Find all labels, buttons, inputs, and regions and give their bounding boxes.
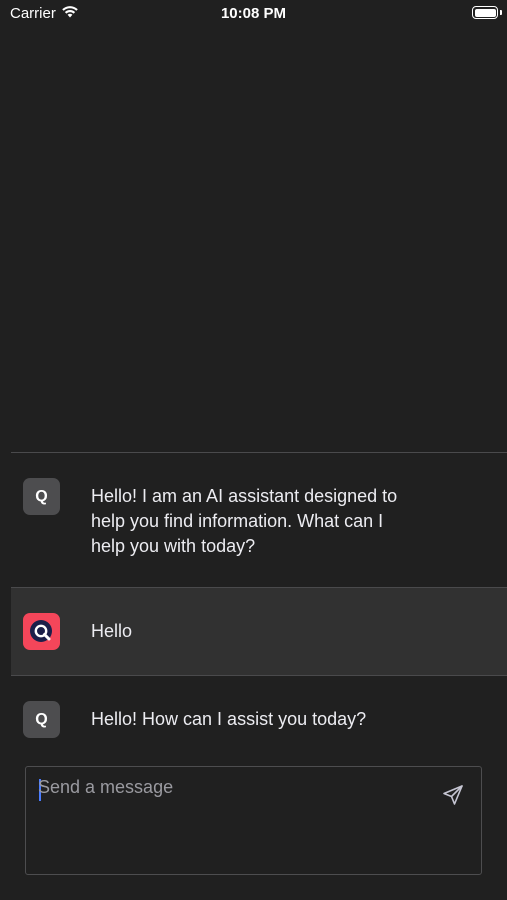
assistant-avatar-letter: Q xyxy=(35,710,48,728)
send-icon xyxy=(441,785,465,811)
message-input[interactable] xyxy=(38,777,418,798)
assistant-avatar: Q xyxy=(23,701,60,738)
message-text: Hello xyxy=(91,621,133,641)
status-bar: Carrier 10:08 PM xyxy=(0,0,507,28)
status-time: 10:08 PM xyxy=(220,5,287,22)
message-text: Hello! I am an AI assistant designed to … xyxy=(91,486,398,556)
user-message: Hello xyxy=(11,587,507,675)
battery-cap xyxy=(500,10,502,15)
assistant-avatar-letter: Q xyxy=(35,487,48,505)
battery-icon xyxy=(472,6,498,19)
app-logo-icon xyxy=(23,613,60,650)
message-composer[interactable] xyxy=(25,766,482,875)
assistant-avatar: Q xyxy=(23,478,60,515)
message-text: Hello! How can I assist you today? xyxy=(91,709,367,729)
assistant-message: Q Hello! I am an AI assistant designed t… xyxy=(11,452,507,587)
send-button[interactable] xyxy=(441,783,465,807)
assistant-message: Q Hello! How can I assist you today? xyxy=(11,675,507,763)
chat-thread: Q Hello! I am an AI assistant designed t… xyxy=(11,452,507,763)
